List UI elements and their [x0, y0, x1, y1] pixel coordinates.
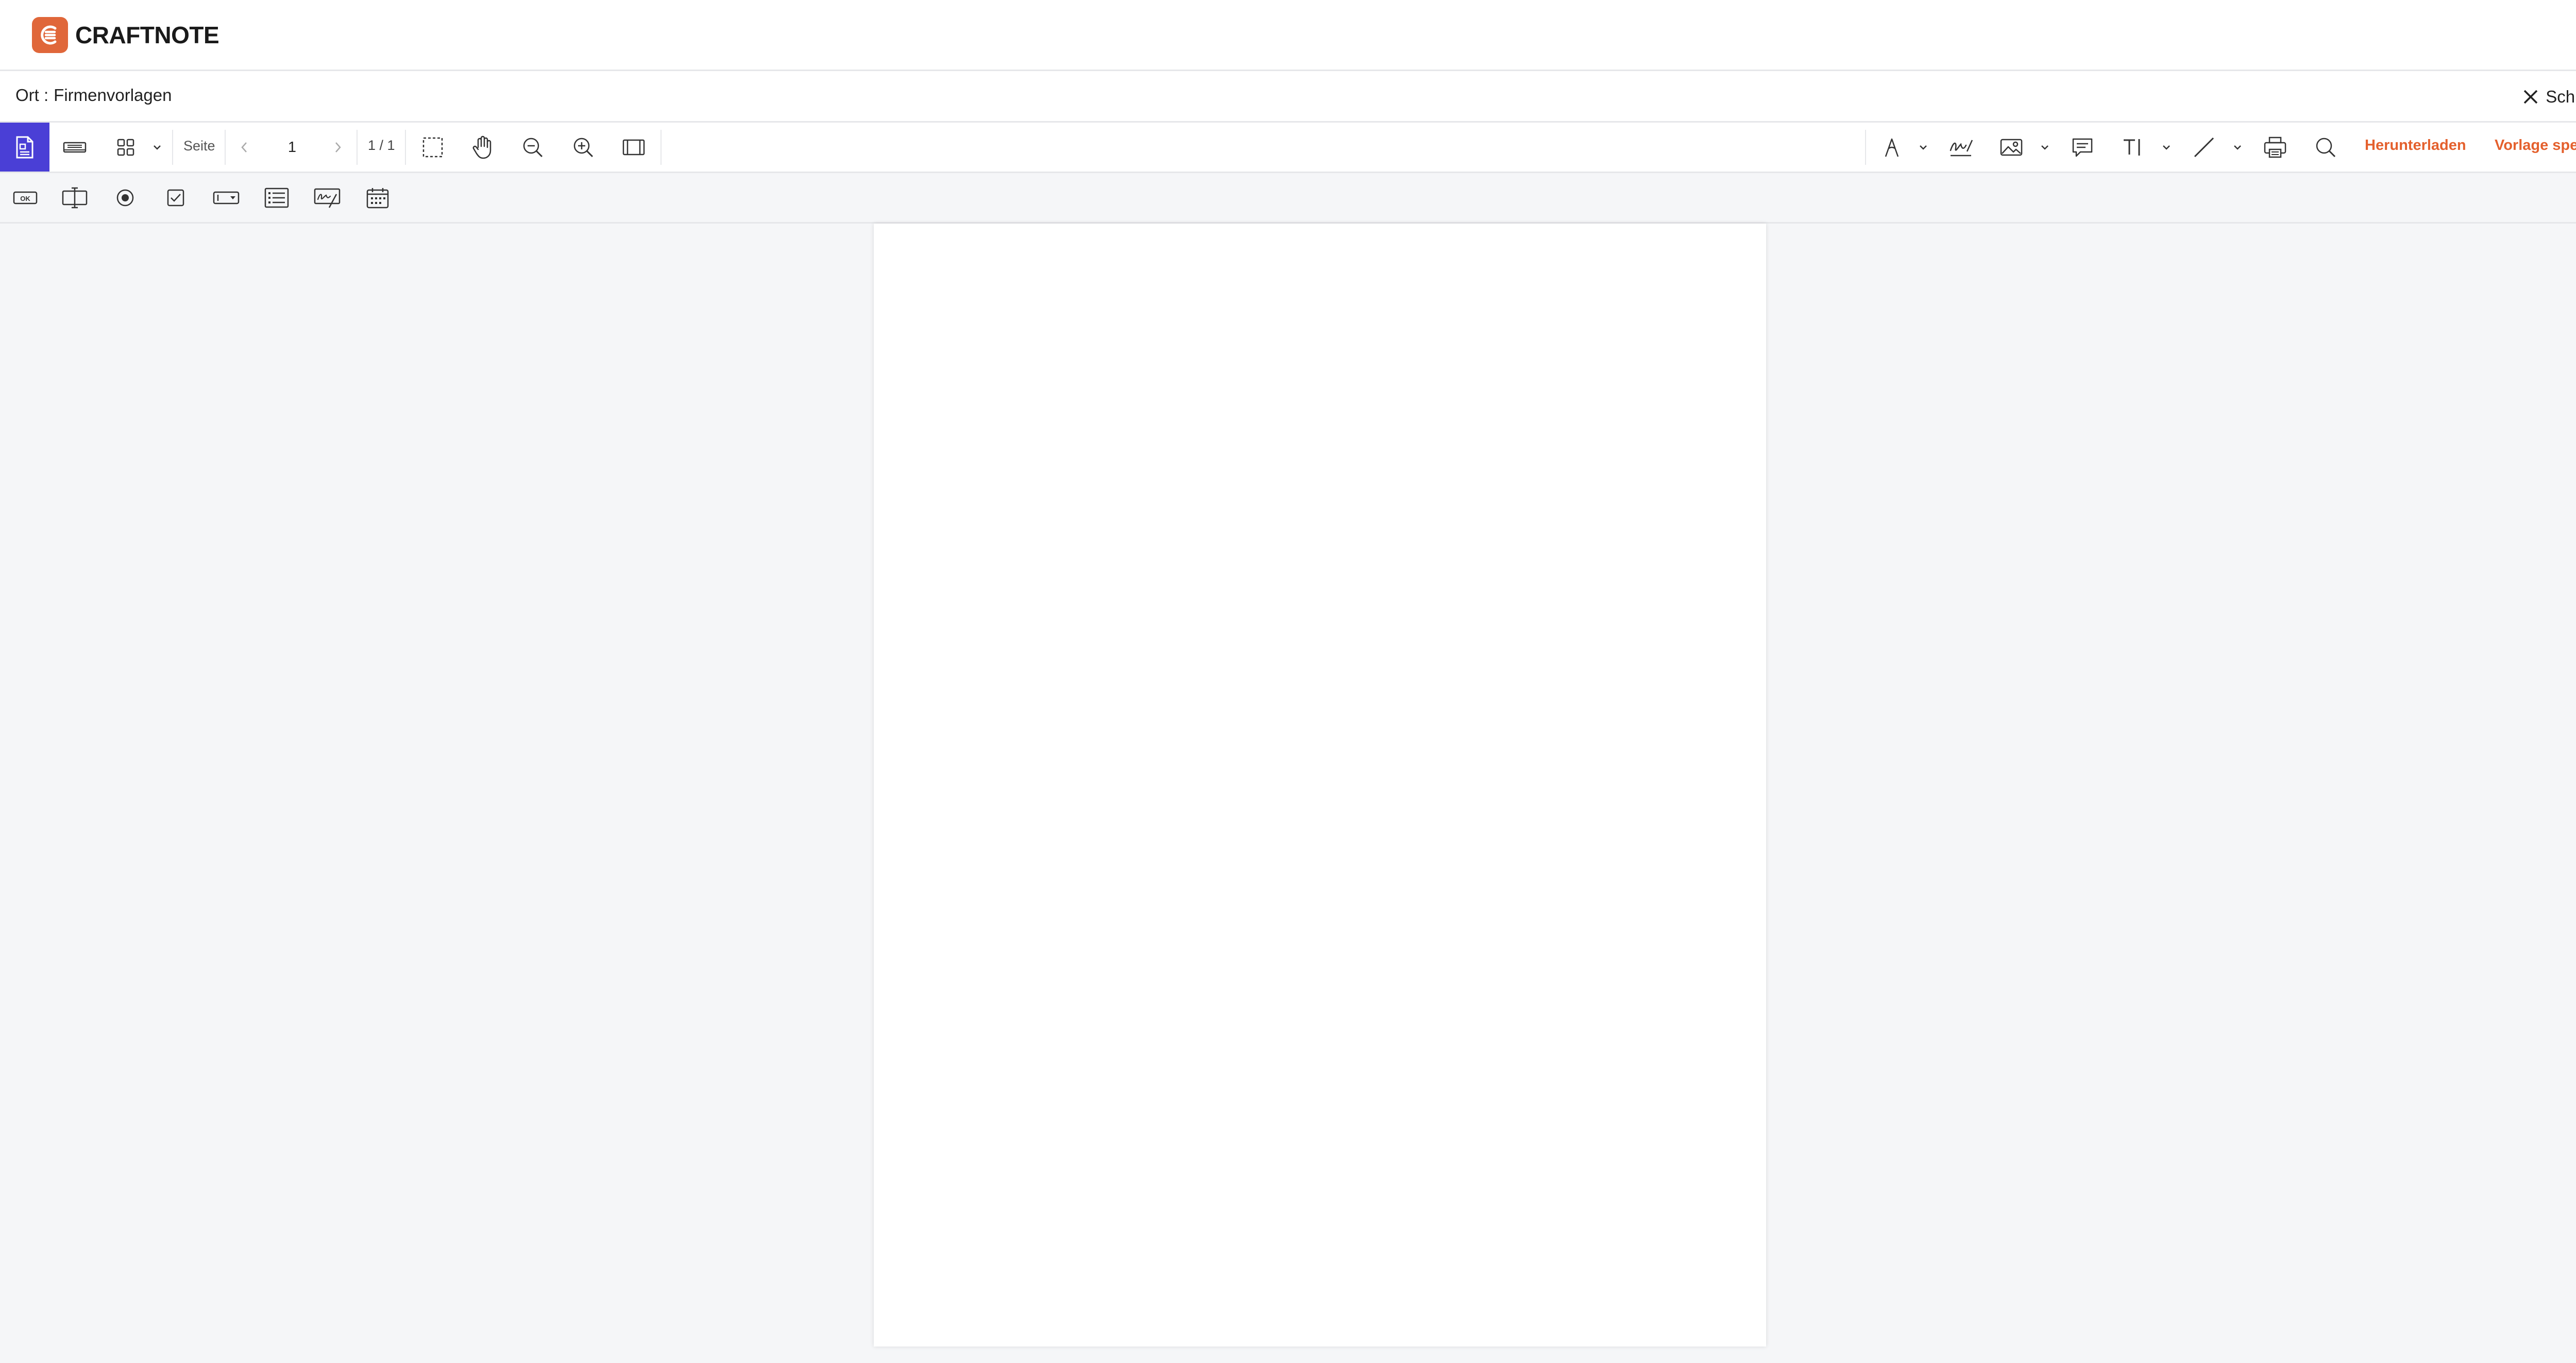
- next-page-icon: [335, 142, 341, 152]
- pen-icon: [1885, 138, 1899, 157]
- close-button[interactable]: Schließen: [2522, 82, 2576, 111]
- search-icon: [2316, 138, 2336, 157]
- text-field-icon: [62, 187, 88, 208]
- line-tool-icon: [2194, 137, 2214, 157]
- fit-width-button[interactable]: [617, 123, 650, 172]
- fit-width-icon: [622, 139, 645, 155]
- pen-tool-button[interactable]: [1877, 123, 1906, 172]
- date-field-icon: [366, 188, 389, 208]
- chevron-down-icon: [1920, 145, 1927, 150]
- document-properties-icon: [16, 136, 33, 158]
- save-template-button[interactable]: Vorlage speichern: [2495, 137, 2576, 154]
- chevron-down-icon: [2234, 145, 2241, 150]
- location-label: Ort :: [15, 86, 49, 105]
- craftnote-logo[interactable]: CRAFTNOTE: [32, 17, 219, 53]
- print-icon: [2264, 137, 2286, 158]
- text-tool-dropdown[interactable]: [2158, 123, 2175, 172]
- button-field-icon: OK: [13, 191, 38, 204]
- date-field-tool[interactable]: [360, 173, 396, 222]
- next-page-button[interactable]: [327, 123, 349, 172]
- image-icon: [2000, 139, 2023, 156]
- chevron-down-icon: [2163, 145, 2170, 150]
- grid-view-button[interactable]: [111, 123, 140, 172]
- toolbar-divider: [660, 130, 662, 165]
- toolbar-divider: [405, 130, 406, 165]
- zoom-in-button[interactable]: [567, 123, 600, 172]
- comment-button[interactable]: [2066, 123, 2099, 172]
- list-box-tool[interactable]: [259, 173, 295, 222]
- marquee-select-icon: [422, 137, 443, 157]
- app-header: CRAFTNOTE: [0, 0, 2576, 71]
- comment-icon: [2072, 138, 2093, 157]
- checkbox-tool[interactable]: [158, 173, 194, 222]
- craftnote-logo-icon: [32, 17, 68, 53]
- previous-page-button[interactable]: [233, 123, 256, 172]
- signature-button[interactable]: [1944, 123, 1977, 172]
- pan-button[interactable]: [466, 123, 499, 172]
- location-bar: Ort : Firmenvorlagen Schließen: [0, 71, 2576, 123]
- signature-field-tool[interactable]: [309, 173, 345, 222]
- image-dropdown[interactable]: [2036, 123, 2054, 172]
- brand-name: CRAFTNOTE: [75, 22, 219, 48]
- text-tool-icon: [2124, 139, 2140, 156]
- print-button[interactable]: [2259, 123, 2292, 172]
- location-breadcrumb: Ort : Firmenvorlagen: [15, 86, 172, 105]
- form-field-button[interactable]: [57, 123, 93, 172]
- close-icon: [2524, 90, 2538, 104]
- document-page[interactable]: [874, 224, 1766, 1347]
- button-field-text: OK: [20, 195, 30, 202]
- text-field-tool[interactable]: [57, 173, 93, 222]
- toolbar-divider: [172, 130, 173, 165]
- chevron-down-icon: [154, 145, 161, 150]
- text-tool-button[interactable]: [2116, 123, 2149, 172]
- signature-icon: [1950, 139, 1973, 156]
- image-button[interactable]: [1995, 123, 2028, 172]
- dropdown-field-tool[interactable]: [208, 173, 244, 222]
- signature-field-icon: [314, 188, 341, 208]
- document-properties-button[interactable]: [0, 123, 49, 172]
- radio-button-icon: [116, 189, 134, 206]
- pan-hand-icon: [472, 135, 492, 159]
- dropdown-field-icon: [213, 191, 240, 204]
- zoom-in-icon: [573, 138, 594, 157]
- grid-view-icon: [117, 139, 134, 156]
- chevron-down-icon: [2041, 145, 2048, 150]
- location-value: Firmenvorlagen: [54, 86, 172, 105]
- page-count: 1 / 1: [368, 138, 395, 153]
- main-toolbar: Seite 1 / 1: [0, 123, 2576, 173]
- marquee-select-button[interactable]: [416, 123, 449, 172]
- checkbox-icon: [167, 189, 184, 206]
- page-number-input[interactable]: [263, 131, 321, 163]
- line-tool-button[interactable]: [2188, 123, 2221, 172]
- zoom-out-icon: [523, 138, 543, 157]
- toolbar-divider: [1865, 130, 1866, 165]
- form-toolbar: OK: [0, 173, 2576, 224]
- zoom-out-button[interactable]: [516, 123, 549, 172]
- toolbar-divider: [357, 130, 358, 165]
- form-field-icon: [63, 142, 87, 152]
- search-button[interactable]: [2309, 123, 2342, 172]
- page-label: Seite: [183, 138, 215, 154]
- download-button[interactable]: Herunterladen: [2365, 137, 2466, 154]
- button-field-tool[interactable]: OK: [7, 173, 43, 222]
- radio-button-tool[interactable]: [107, 173, 143, 222]
- close-label: Schließen: [2546, 87, 2576, 106]
- grid-view-dropdown[interactable]: [148, 123, 166, 172]
- line-tool-dropdown[interactable]: [2229, 123, 2246, 172]
- previous-page-icon: [241, 142, 247, 152]
- pen-tool-dropdown[interactable]: [1914, 123, 1932, 172]
- toolbar-divider: [225, 130, 226, 165]
- list-box-icon: [264, 188, 289, 208]
